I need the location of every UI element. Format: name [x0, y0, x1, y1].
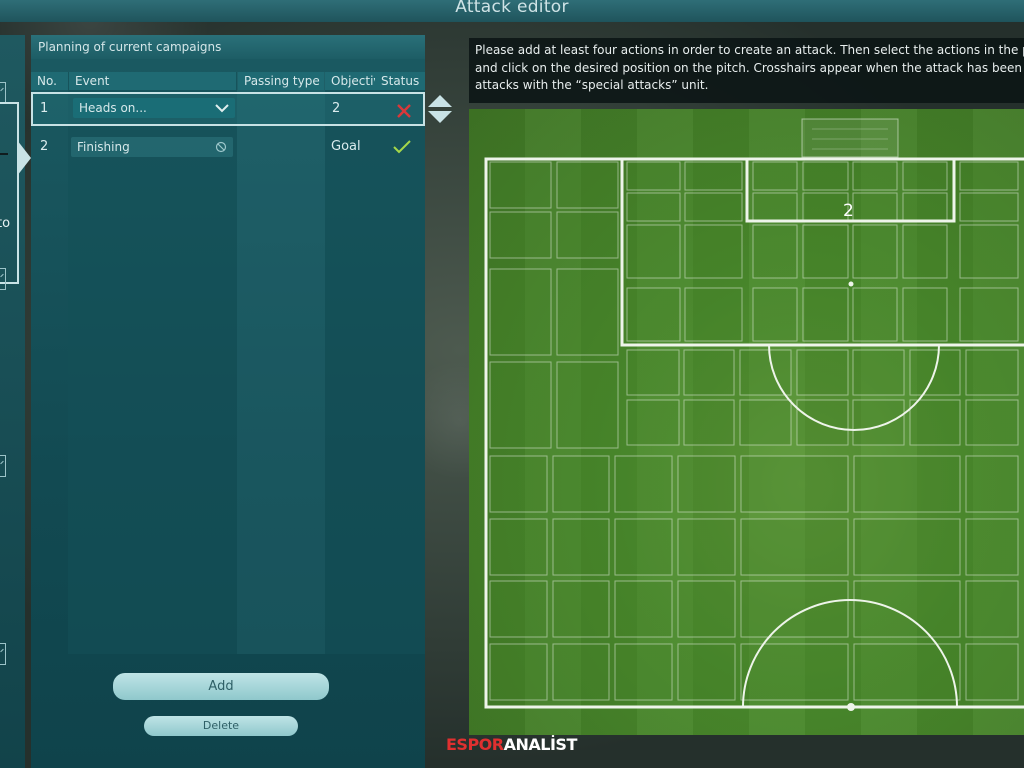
edit-icon[interactable]	[0, 455, 6, 477]
window-title: Attack editor	[455, 0, 569, 17]
instructions-line: and click on the desired position on the…	[475, 60, 1024, 75]
planning-header: Planning of current campaigns	[31, 35, 425, 59]
table-row-1[interactable]: 1 Heads on... 2	[31, 92, 425, 126]
event-dropdown[interactable]: Heads on...	[73, 98, 235, 118]
row-no: 2	[40, 139, 49, 154]
col-header-no[interactable]: No.	[31, 72, 68, 90]
row-objective: Goal	[331, 139, 361, 154]
instructions-box: Please add at least four actions in orde…	[469, 38, 1024, 103]
instructions-line: Please add at least four actions in orde…	[475, 43, 1024, 57]
edit-icon[interactable]	[0, 268, 6, 290]
pitch[interactable]: .z{fill:rgba(70,130,40,.35);stroke:rgba(…	[469, 109, 1024, 735]
row-objective: 2	[332, 101, 341, 116]
row-no: 1	[40, 101, 49, 116]
event-dropdown-value: Heads on...	[79, 101, 147, 115]
instructions-line: attacks with the “special attacks” unit.	[475, 78, 709, 92]
move-down-icon[interactable]	[428, 111, 452, 123]
title-bar: Attack editor	[0, 0, 1024, 22]
move-up-icon[interactable]	[428, 95, 452, 107]
delete-button[interactable]: Delete	[144, 716, 298, 736]
table-row-2[interactable]: 2 Finishing Goal	[31, 130, 425, 164]
col-header-passing-type[interactable]: Passing type	[238, 72, 324, 90]
pitch-zones-left	[489, 161, 619, 449]
watermark-part1: ESPOR	[446, 735, 504, 754]
cross-icon	[397, 104, 411, 118]
pitch-grid[interactable]: .z{fill:rgba(70,130,40,.35);stroke:rgba(…	[469, 109, 1024, 735]
reorder-arrows	[428, 95, 452, 127]
disabled-icon	[215, 141, 227, 153]
edit-icon[interactable]	[0, 643, 6, 665]
planning-panel: Planning of current campaigns No. Event …	[31, 35, 425, 768]
left-box-text: to	[0, 216, 11, 231]
watermark-part2: ANALİST	[503, 735, 578, 754]
event-field[interactable]: Finishing	[71, 137, 233, 157]
event-field-value: Finishing	[77, 140, 130, 154]
left-box-bar	[0, 153, 8, 155]
edit-icon[interactable]	[0, 82, 6, 104]
check-icon	[393, 140, 411, 154]
pointer-arrow	[17, 140, 31, 176]
watermark-logo: ESPORANALİST	[446, 735, 578, 757]
col-header-event[interactable]: Event	[69, 72, 236, 90]
chevron-down-icon	[215, 104, 229, 113]
left-selected-box[interactable]: to	[0, 102, 19, 284]
col-header-status[interactable]: Status	[375, 72, 425, 90]
col-header-objective[interactable]: Objectiv	[325, 72, 375, 90]
add-button[interactable]: Add	[113, 673, 329, 700]
pitch-marker-label: 2	[843, 201, 854, 221]
